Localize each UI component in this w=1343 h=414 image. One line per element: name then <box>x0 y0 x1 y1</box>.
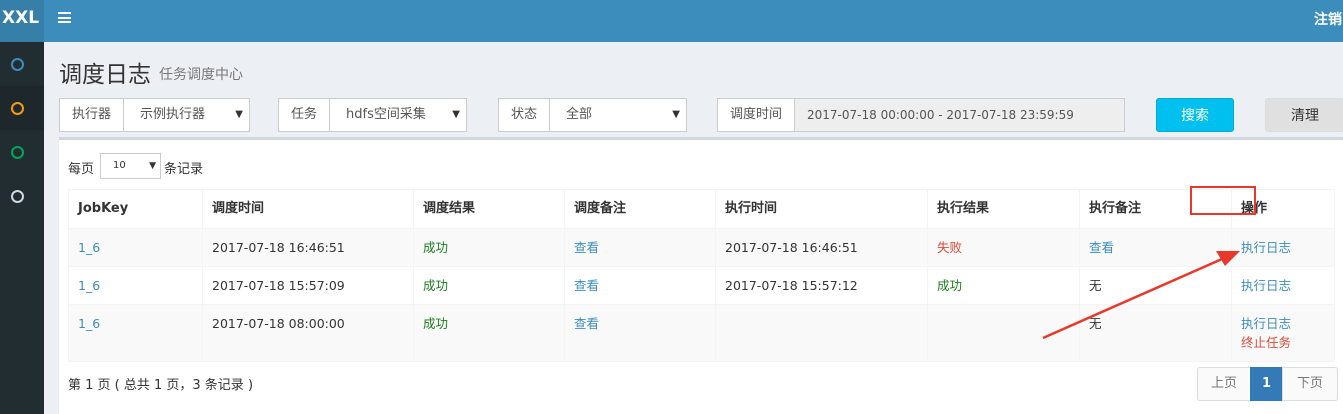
table-header-row: JobKey 调度时间 调度结果 调度备注 执行时间 执行结果 执行备注 操作 <box>68 189 1335 229</box>
handle-result: 成功 <box>937 278 963 293</box>
executor-filter: 执行器 示例执行器 ▼ <box>59 98 250 132</box>
trigger-result: 成功 <box>423 278 449 293</box>
column-header[interactable]: JobKey <box>68 189 203 229</box>
execution-log-link[interactable]: 执行日志 <box>1241 314 1325 333</box>
page-size-value: 10 <box>113 160 126 171</box>
trigger-time-input[interactable]: 2017-07-18 00:00:00 - 2017-07-18 23:59:5… <box>795 99 1124 131</box>
job-filter: 任务 hdfs空间采集 ▼ <box>278 98 467 132</box>
caret-down-icon: ▼ <box>672 109 680 120</box>
handle-time-cell: 2017-07-18 15:57:12 <box>715 266 928 305</box>
logout-link[interactable]: 注销 <box>1314 9 1342 29</box>
trigger-time-label: 调度时间 <box>718 99 796 131</box>
circle-icon <box>11 102 24 115</box>
trigger-time-cell: 2017-07-18 15:57:09 <box>202 266 414 305</box>
logo[interactable]: XXL <box>0 0 44 42</box>
executor-select-value: 示例执行器 <box>140 107 206 122</box>
job-label: 任务 <box>279 99 331 131</box>
pagination-info: 第 1 页 ( 总共 1 页，3 条记录 ) <box>68 378 254 393</box>
handle-time-cell <box>715 304 928 362</box>
jobkey-link[interactable]: 1_6 <box>78 240 100 255</box>
status-select[interactable]: 全部 ▼ <box>550 99 686 131</box>
search-button[interactable]: 搜索 <box>1156 98 1234 132</box>
page-size-select[interactable]: 10 ▼ <box>100 153 161 179</box>
circle-icon <box>11 190 24 203</box>
trigger-time-filter: 调度时间 2017-07-18 00:00:00 - 2017-07-18 23… <box>717 98 1125 132</box>
table-row: 1_6 2017-07-18 15:57:09 成功 查看 2017-07-18… <box>68 266 1335 305</box>
trigger-msg-link[interactable]: 查看 <box>574 240 599 255</box>
sidebar-item-4[interactable] <box>0 174 44 218</box>
executor-label: 执行器 <box>60 99 125 131</box>
job-select[interactable]: hdfs空间采集 ▼ <box>330 99 466 131</box>
execution-log-link[interactable]: 执行日志 <box>1241 278 1291 293</box>
table-row: 1_6 2017-07-18 08:00:00 成功 查看 无 执行日志 终止任… <box>68 304 1335 362</box>
trigger-time-cell: 2017-07-18 16:46:51 <box>202 228 414 267</box>
handle-msg-cell: 无 <box>1079 304 1232 362</box>
execution-log-link[interactable]: 执行日志 <box>1241 240 1291 255</box>
log-table: JobKey 调度时间 调度结果 调度备注 执行时间 执行结果 执行备注 操作 … <box>68 189 1335 362</box>
top-navbar: XXL 注销 <box>0 0 1343 42</box>
column-header[interactable]: 调度时间 <box>202 189 414 229</box>
annotation-highlight-box <box>1190 186 1256 215</box>
kill-job-link[interactable]: 终止任务 <box>1241 333 1325 352</box>
jobkey-link[interactable]: 1_6 <box>78 316 100 331</box>
handle-result: 失败 <box>937 240 963 255</box>
main-content: 调度日志 任务调度中心 执行器 示例执行器 ▼ 任务 hdfs空间采集 ▼ 状态… <box>44 42 1343 414</box>
log-table-box: 每页 10 ▼ 条记录 JobKey 调度时间 调度结果 调度备注 执行时间 执… <box>59 137 1343 414</box>
table-row: 1_6 2017-07-18 16:46:51 成功 查看 2017-07-18… <box>68 228 1335 267</box>
column-header[interactable]: 调度备注 <box>564 189 716 229</box>
pagination: 上页 1 下页 <box>1197 367 1338 401</box>
page-title: 调度日志 <box>59 62 151 88</box>
caret-down-icon: ▼ <box>149 161 156 171</box>
caret-down-icon: ▼ <box>235 109 243 120</box>
circle-icon <box>11 58 24 71</box>
status-filter: 状态 全部 ▼ <box>498 98 687 132</box>
trigger-result: 成功 <box>423 240 449 255</box>
trigger-time-cell: 2017-07-18 08:00:00 <box>202 304 414 362</box>
circle-icon <box>11 146 24 159</box>
prev-page-button[interactable]: 上页 <box>1197 367 1251 401</box>
trigger-msg-link[interactable]: 查看 <box>574 278 599 293</box>
sidebar-item-3[interactable] <box>0 130 44 174</box>
status-select-value: 全部 <box>566 107 593 122</box>
handle-msg-link[interactable]: 查看 <box>1089 240 1114 255</box>
sidebar-item-2[interactable] <box>0 86 44 130</box>
column-header[interactable]: 执行结果 <box>927 189 1080 229</box>
sidebar <box>0 42 44 414</box>
clear-button[interactable]: 清理 <box>1265 98 1343 132</box>
page-subtitle: 任务调度中心 <box>159 67 243 83</box>
column-header[interactable]: 调度结果 <box>413 189 565 229</box>
page-size-suffix: 条记录 <box>164 162 204 177</box>
handle-result-cell <box>927 304 1080 362</box>
page-size-prefix: 每页 <box>68 162 95 177</box>
next-page-button[interactable]: 下页 <box>1282 367 1338 401</box>
menu-toggle-icon[interactable] <box>58 12 71 23</box>
job-select-value: hdfs空间采集 <box>346 107 426 122</box>
status-label: 状态 <box>499 99 551 131</box>
current-page-button[interactable]: 1 <box>1250 367 1283 401</box>
sidebar-item-1[interactable] <box>0 42 44 86</box>
trigger-msg-link[interactable]: 查看 <box>574 316 599 331</box>
jobkey-link[interactable]: 1_6 <box>78 278 100 293</box>
column-header[interactable]: 执行时间 <box>715 189 928 229</box>
caret-down-icon: ▼ <box>452 109 460 120</box>
executor-select[interactable]: 示例执行器 ▼ <box>124 99 249 131</box>
trigger-result: 成功 <box>423 316 449 331</box>
handle-time-cell: 2017-07-18 16:46:51 <box>715 228 928 267</box>
handle-msg-cell: 无 <box>1079 266 1232 305</box>
